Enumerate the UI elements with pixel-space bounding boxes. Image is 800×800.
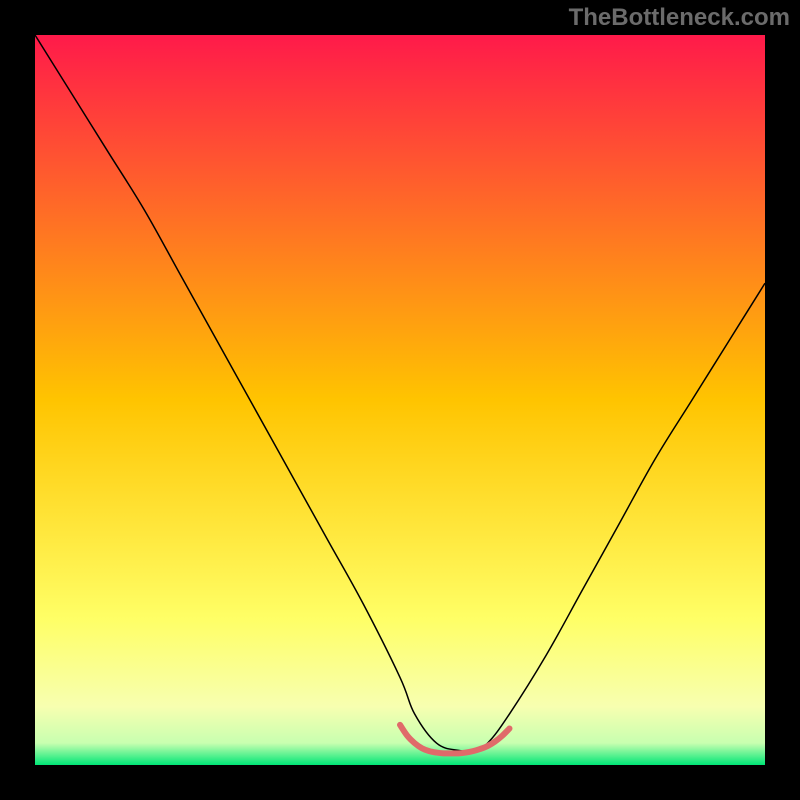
chart-svg [35, 35, 765, 765]
chart-plot-area [35, 35, 765, 765]
chart-background [35, 35, 765, 765]
watermark-text: TheBottleneck.com [569, 4, 790, 32]
